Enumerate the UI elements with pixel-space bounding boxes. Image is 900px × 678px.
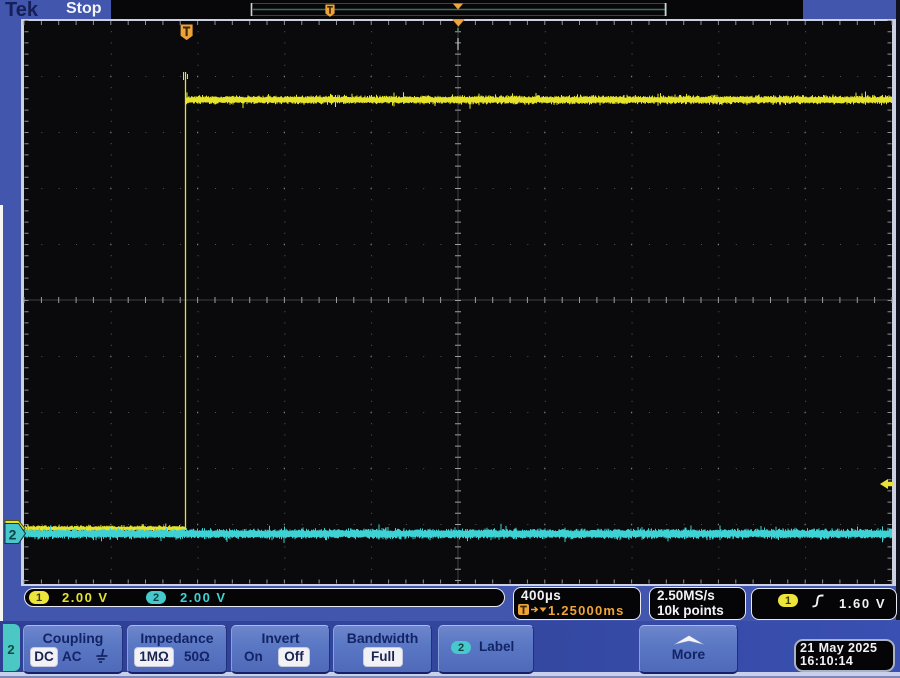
- svg-text:2: 2: [9, 527, 17, 543]
